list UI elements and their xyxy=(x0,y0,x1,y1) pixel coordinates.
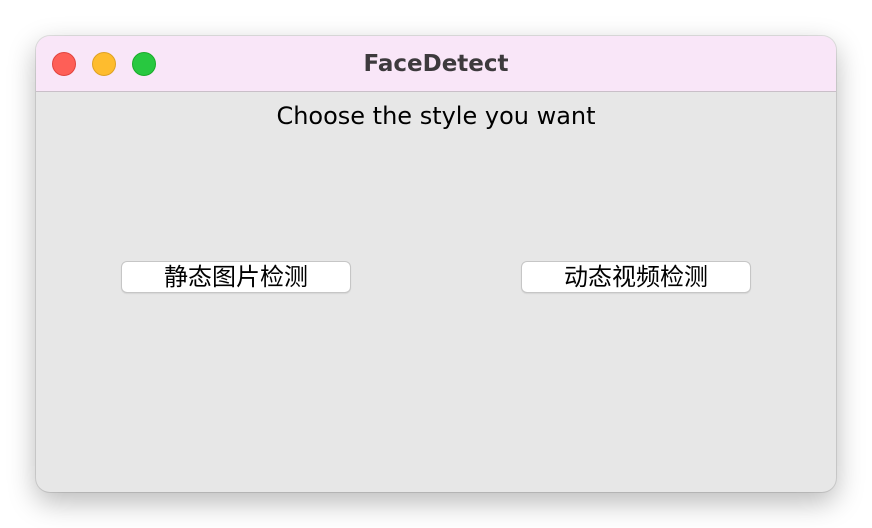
facedetect-window: FaceDetect Choose the style you want 静态图… xyxy=(36,36,836,492)
title-bar[interactable]: FaceDetect xyxy=(36,36,836,92)
static-image-detect-button[interactable]: 静态图片检测 xyxy=(121,261,351,293)
style-prompt: Choose the style you want xyxy=(276,102,596,130)
dynamic-video-detect-button[interactable]: 动态视频检测 xyxy=(521,261,751,293)
window-title: FaceDetect xyxy=(363,51,509,77)
